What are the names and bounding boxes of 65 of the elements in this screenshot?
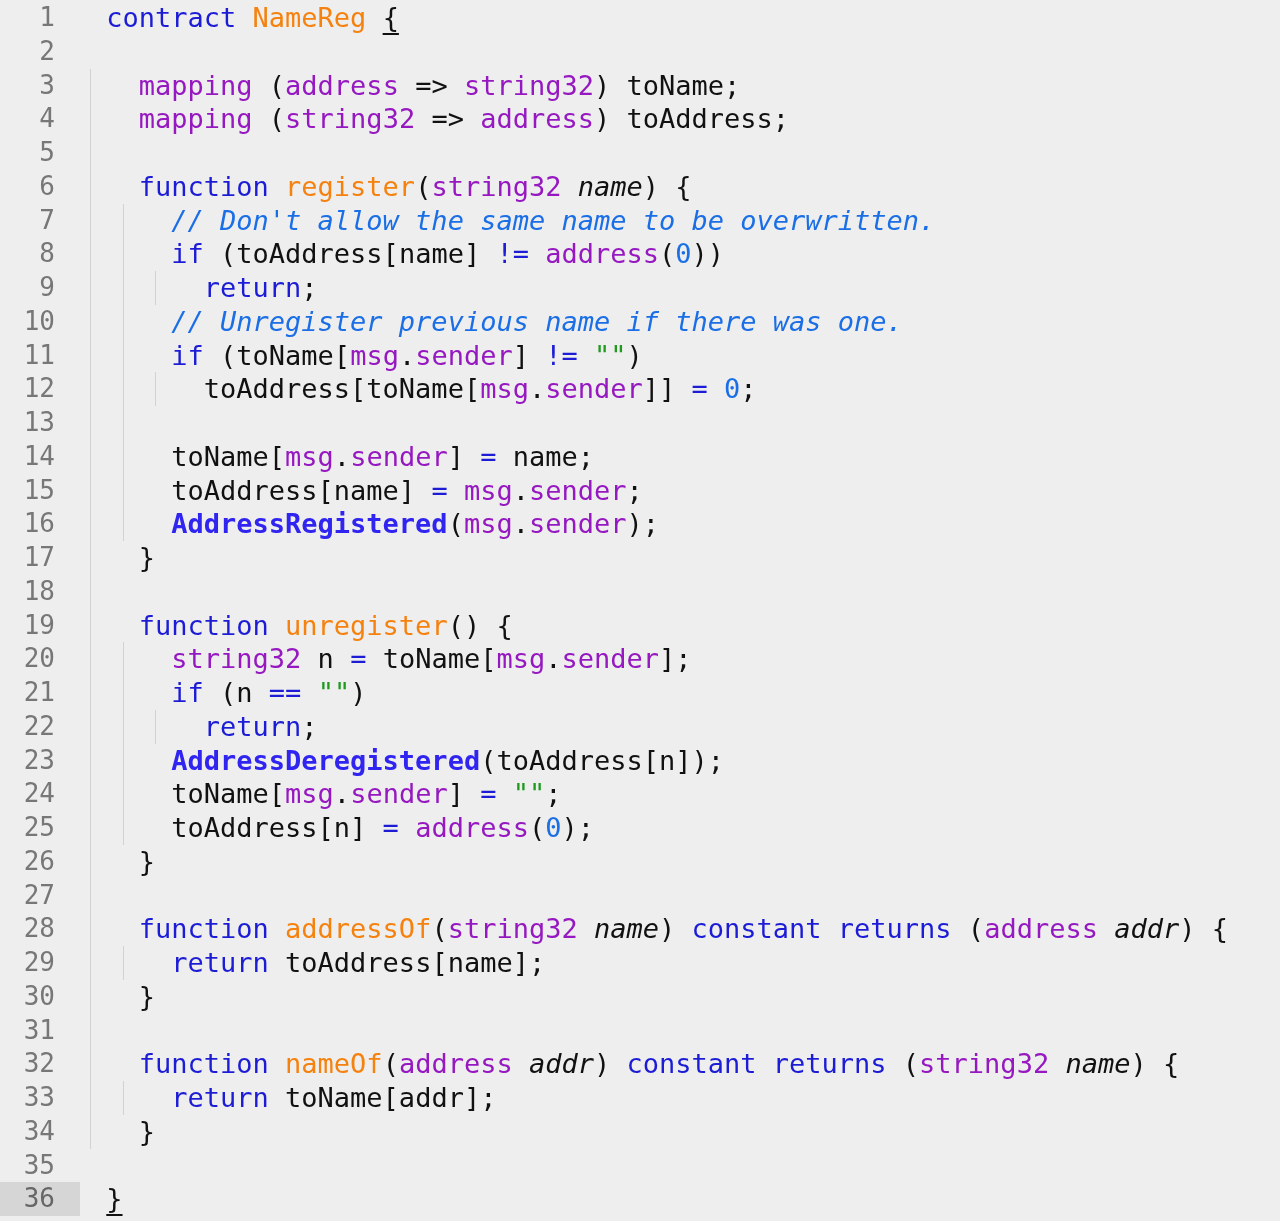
line-number: 15 (22, 473, 56, 507)
line-number: 18 (22, 574, 56, 608)
line-number: 22 (22, 709, 56, 743)
line-number: 23 (22, 743, 56, 777)
code-line: } (137, 845, 156, 877)
line-number: 21 (22, 676, 56, 709)
code-line: string32 n = toName[msg.sender]; (170, 643, 692, 675)
line-number: 2 (38, 34, 56, 68)
code-line: AddressDeregistered(toAddress[n]); (170, 744, 724, 776)
code-line: } (106, 1183, 123, 1215)
code-line: if (n == "") (170, 677, 367, 708)
line-number: 13 (22, 406, 56, 439)
line-number: 28 (22, 912, 56, 946)
code-line: toAddress[name] = msg.sender; (170, 474, 643, 506)
code-line: } (137, 542, 156, 573)
code-line: AddressRegistered(msg.sender); (170, 508, 659, 540)
code-line: // Unregister previous name if there was one. (170, 305, 903, 337)
line-number: 5 (38, 136, 56, 169)
line-number: 20 (22, 642, 56, 676)
line-number: 29 (22, 946, 56, 979)
code-line: if (toName[msg.sender] != "") (170, 339, 643, 371)
line-number: 31 (22, 1013, 56, 1047)
line-number: 4 (38, 102, 56, 136)
code-line: return; (202, 272, 318, 303)
line-number: 8 (38, 237, 56, 271)
line-number: 32 (22, 1047, 56, 1081)
code-line: } (137, 980, 156, 1012)
line-number: 34 (22, 1114, 56, 1148)
line-number: 12 (22, 372, 56, 406)
code-line: return toName[addr]; (170, 1082, 497, 1113)
line-number: 26 (22, 844, 56, 878)
line-number: 3 (38, 68, 56, 102)
line-number: 27 (22, 878, 56, 912)
code-line: toAddress[n] = address(0); (170, 812, 594, 843)
line-number: 17 (22, 541, 56, 574)
line-number: 25 (22, 811, 56, 844)
line-number: 24 (22, 777, 56, 811)
line-number: 6 (38, 169, 56, 203)
line-number: 14 (22, 439, 56, 473)
code-line: function addressOf(string32 name) constant returns (address addr) { (137, 913, 1228, 945)
code-line: // Don't allow the same name to be overwritten. (170, 204, 936, 236)
line-number: 9 (38, 271, 56, 304)
code-line: contract NameReg { (106, 2, 399, 33)
code-line: mapping (address => string32) toName; (137, 69, 741, 101)
code-line: toName[msg.sender] = ""; (170, 778, 562, 810)
line-number: 36 (0, 1182, 80, 1216)
code-line: return toAddress[name]; (170, 947, 546, 978)
code-line: function register(string32 name) { (137, 170, 692, 202)
line-number: 33 (22, 1081, 56, 1114)
line-number: 30 (22, 979, 56, 1013)
line-number: 1 (38, 1, 56, 34)
code-line: toName[msg.sender] = name; (170, 440, 594, 472)
code-line: function unregister() { (137, 609, 513, 641)
code-line: toAddress[toName[msg.sender]] = 0; (202, 373, 757, 405)
line-number: 10 (22, 304, 56, 338)
code-line: if (toAddress[name] != address(0)) (170, 238, 725, 270)
line-number: 11 (22, 338, 56, 372)
line-number: 35 (22, 1148, 56, 1182)
code-line: } (137, 1115, 156, 1147)
code-line: return; (202, 710, 318, 742)
line-number: 19 (22, 608, 56, 642)
line-number: 7 (38, 203, 56, 237)
code-line: mapping (string32 => address) toAddress; (137, 103, 790, 135)
code-line: function nameOf(address addr) constant returns (string32 name) { (137, 1048, 1180, 1080)
line-number: 16 (22, 507, 56, 541)
